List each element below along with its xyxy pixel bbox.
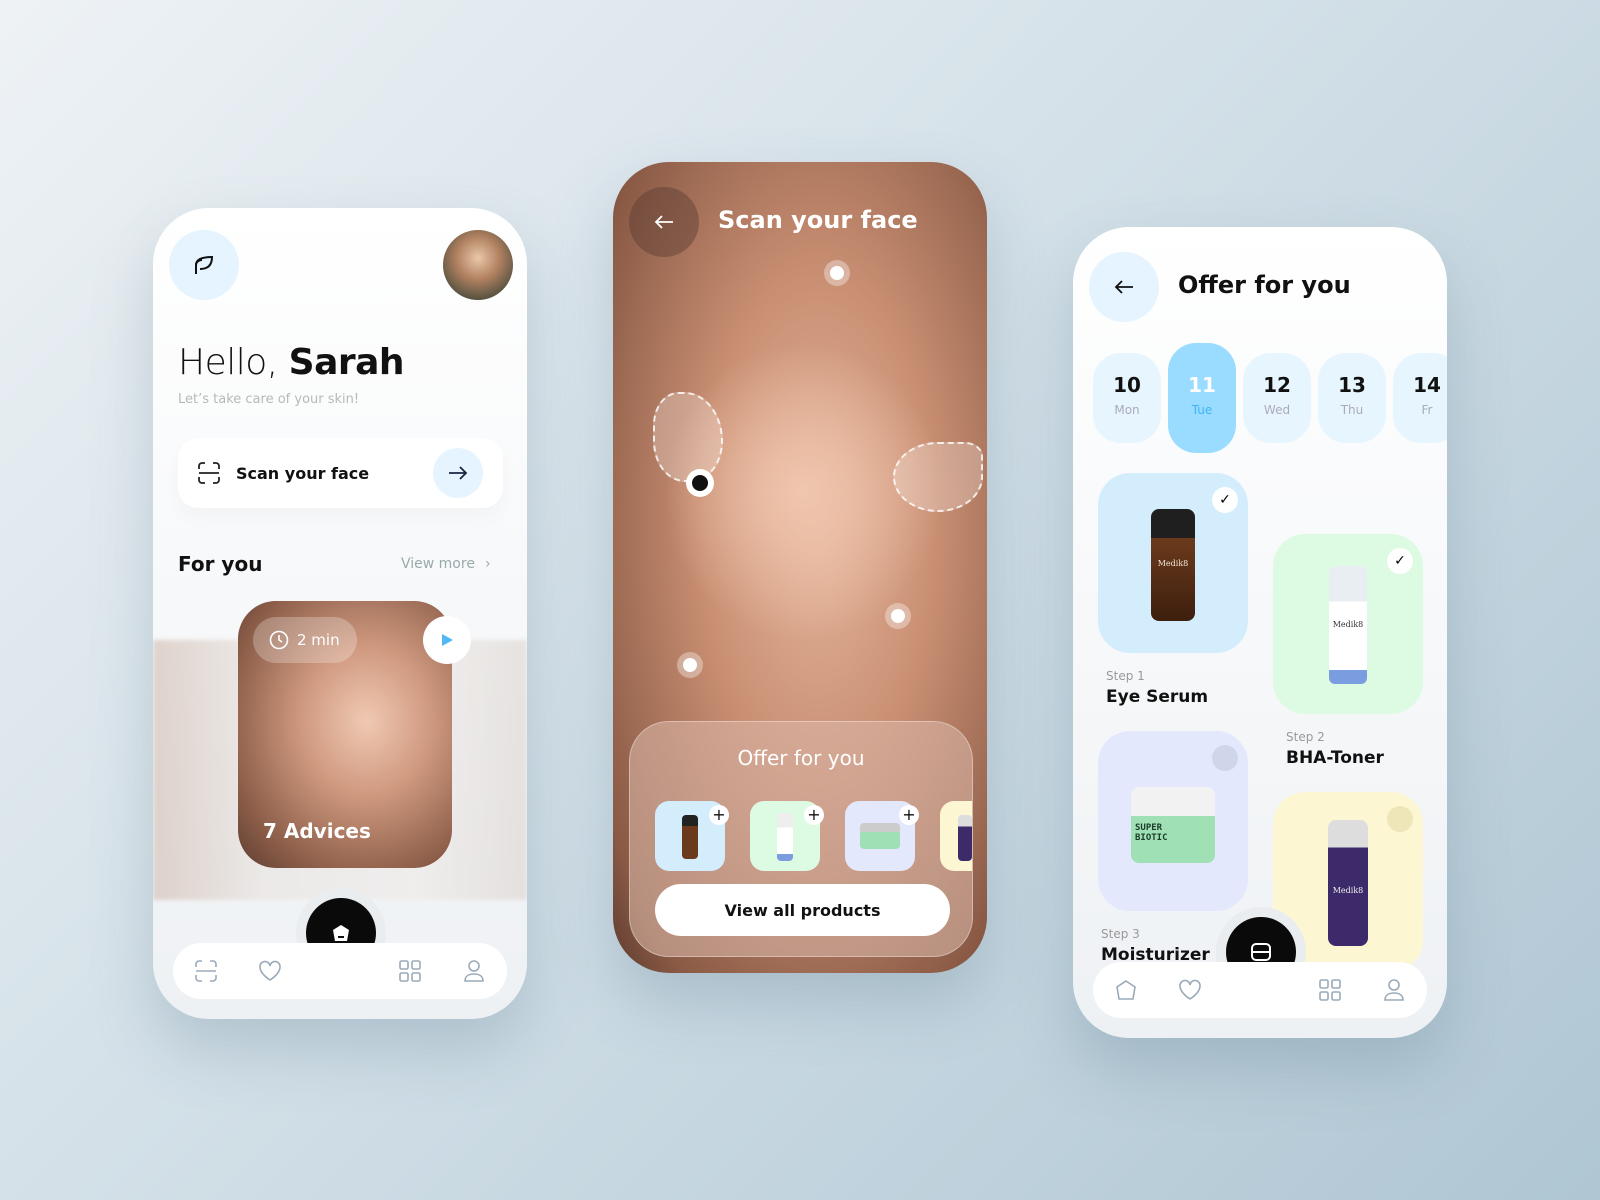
add-icon[interactable]: + — [804, 805, 824, 825]
scan-point[interactable] — [683, 658, 697, 672]
scan-face-icon — [1251, 943, 1271, 961]
product-name: Eye Serum — [1106, 687, 1209, 707]
product-thumb-oil[interactable] — [940, 801, 972, 871]
clock-icon — [269, 630, 289, 650]
day-number: 14 — [1413, 373, 1441, 397]
avatar[interactable] — [443, 230, 513, 300]
nav-heart-icon[interactable] — [1175, 975, 1205, 1005]
play-button[interactable] — [423, 616, 471, 664]
product-card-eye-serum[interactable]: Medik8 ✓ — [1098, 473, 1248, 653]
day-number: 13 — [1338, 373, 1366, 397]
toner-bottle: Medik8 — [1329, 566, 1367, 684]
unchecked-icon[interactable] — [1212, 745, 1238, 771]
nav-profile-icon[interactable] — [1379, 975, 1409, 1005]
offer-sheet-title: Offer for you — [737, 746, 865, 770]
user-name: Sarah — [288, 342, 405, 383]
back-button[interactable] — [1089, 252, 1159, 322]
view-more-link[interactable]: View more › — [401, 556, 491, 572]
product-name: BHA-Toner — [1286, 748, 1384, 768]
home-icon — [333, 925, 349, 941]
day-name: Tue — [1191, 403, 1213, 417]
day-name: Wed — [1263, 403, 1291, 417]
section-title: For you — [178, 552, 263, 576]
logo-button[interactable] — [169, 230, 239, 300]
video-title: 7 Advices — [263, 819, 371, 843]
view-all-products-button[interactable]: View all products — [655, 884, 950, 936]
day-number: 10 — [1113, 373, 1141, 397]
scan-screen: Scan your face Offer for you + + + View … — [613, 162, 987, 973]
day-chip[interactable]: 13 Thu — [1318, 353, 1386, 443]
video-card[interactable]: 2 min 7 Advices — [238, 601, 452, 868]
arrow-left-icon — [654, 215, 673, 229]
nav-grid-icon[interactable] — [1315, 975, 1345, 1005]
day-chip[interactable]: 14 Fr — [1393, 353, 1447, 443]
add-icon[interactable]: + — [709, 805, 729, 825]
oil-bottle: Medik8 — [1328, 820, 1368, 946]
jar-label: SUPER BIOTIC — [1135, 823, 1168, 843]
day-number: 12 — [1263, 373, 1291, 397]
step-label: Step 3 — [1101, 927, 1140, 941]
check-icon[interactable]: ✓ — [1387, 548, 1413, 574]
offer-screen: Offer for you 10 Mon 11 Tue 12 Wed 13 Thu 14… — [1073, 227, 1447, 1038]
day-chip[interactable]: 12 Wed — [1243, 353, 1311, 443]
scan-face-card[interactable]: Scan your face — [178, 438, 503, 508]
moisturizer-jar: SUPER BIOTIC — [1131, 787, 1215, 863]
bottom-nav — [1093, 962, 1427, 1018]
under-eye-zone-right — [893, 442, 983, 512]
day-name: Thu — [1340, 403, 1364, 417]
check-icon[interactable]: ✓ — [1212, 487, 1238, 513]
arrow-left-icon — [1114, 280, 1133, 294]
step-label: Step 1 — [1106, 669, 1145, 683]
view-all-label: View all products — [724, 900, 881, 920]
day-chip-selected[interactable]: 11 Tue — [1168, 343, 1236, 453]
product-card-oil[interactable]: Medik8 — [1273, 792, 1423, 972]
day-chip[interactable]: 10 Mon — [1093, 353, 1161, 443]
scan-point[interactable] — [891, 609, 905, 623]
scan-point[interactable] — [830, 266, 844, 280]
scan-icon — [198, 462, 220, 484]
product-card-moisturizer[interactable]: SUPER BIOTIC — [1098, 731, 1248, 911]
unchecked-icon[interactable] — [1387, 806, 1413, 832]
product-thumb-toner[interactable]: + — [750, 801, 824, 871]
bottom-nav — [173, 943, 507, 999]
view-more-label: View more — [401, 556, 475, 572]
day-name: Mon — [1114, 403, 1140, 417]
subtitle: Let’s take care of your skin! — [178, 392, 360, 407]
nav-profile-icon[interactable] — [459, 956, 489, 986]
nav-scan-icon[interactable] — [191, 956, 221, 986]
brand-label: Medik8 — [1332, 886, 1364, 895]
serum-bottle: Medik8 — [1151, 509, 1195, 621]
nav-heart-icon[interactable] — [255, 956, 285, 986]
brand-label: Medik8 — [1332, 620, 1364, 629]
offer-title: Offer for you — [1178, 271, 1351, 299]
product-card-bha-toner[interactable]: Medik8 ✓ — [1273, 534, 1423, 714]
scan-label: Scan your face — [236, 463, 370, 483]
nav-grid-icon[interactable] — [395, 956, 425, 986]
duration-text: 2 min — [297, 631, 340, 649]
step-label: Step 2 — [1286, 730, 1325, 744]
product-thumb-serum[interactable]: + — [655, 801, 729, 871]
leaf-icon — [195, 255, 214, 274]
play-icon — [442, 634, 453, 646]
back-button[interactable] — [629, 187, 699, 257]
day-name: Fr — [1421, 403, 1433, 417]
arrow-right-icon — [449, 466, 468, 480]
greeting-text: Hello, — [178, 342, 278, 383]
scan-title: Scan your face — [718, 206, 918, 234]
duration-badge: 2 min — [253, 617, 357, 663]
add-icon[interactable]: + — [899, 805, 919, 825]
product-thumb-moisturizer[interactable]: + — [845, 801, 919, 871]
offer-sheet: Offer for you + + + View all products — [629, 721, 973, 957]
brand-label: Medik8 — [1157, 559, 1189, 568]
scan-point-active[interactable] — [692, 475, 708, 491]
home-screen: Hello, Sarah Let’s take care of your ski… — [153, 208, 527, 1019]
chevron-right-icon: › — [484, 556, 491, 572]
nav-home-icon[interactable] — [1111, 975, 1141, 1005]
greeting-heading: Hello, Sarah — [178, 342, 405, 383]
scan-arrow-button[interactable] — [433, 448, 483, 498]
day-number: 11 — [1188, 373, 1216, 397]
